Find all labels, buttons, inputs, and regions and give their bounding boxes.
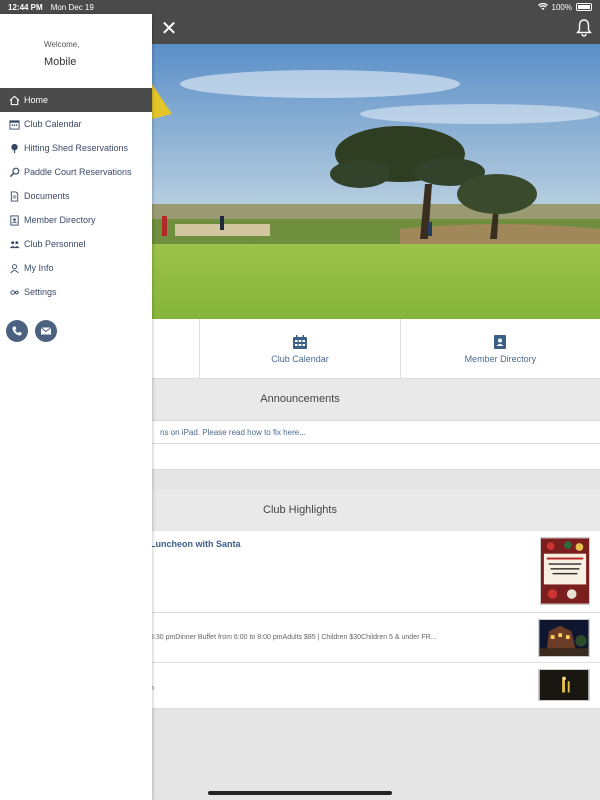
battery-icon [576,3,592,11]
bell-icon[interactable] [576,19,592,37]
status-bar: 12:44 PM Mon Dec 19 100% [0,0,600,14]
quick-link-club-calendar[interactable]: Club Calendar [199,319,399,378]
menu-item-label: Hitting Shed Reservations [24,143,129,153]
highlight-thumbnail [538,619,590,657]
directory-icon [10,214,19,226]
menu-item-settings[interactable]: Settings [0,280,152,304]
status-date: Mon Dec 19 [50,2,94,12]
menu-item-label: Club Calendar [24,119,82,129]
home-indicator [208,791,392,795]
quick-link-label: Member Directory [464,353,537,364]
menu-item-hitting-shed[interactable]: Hitting Shed Reservations [0,136,152,160]
people-icon [9,240,20,248]
golf-icon [11,143,18,153]
menu-item-label: My Info [24,263,54,273]
menu-item-label: Home [24,95,49,105]
menu-item-my-info[interactable]: My Info [0,256,152,280]
menu-item-club-personnel[interactable]: Club Personnel [0,232,152,256]
menu-item-label: Paddle Court Reservations [24,167,132,177]
email-button[interactable] [35,320,57,342]
user-name: Mobile [44,56,77,68]
phone-icon [12,326,22,336]
highlight-title: Luncheon with Santa [150,539,241,549]
calendar-icon [292,334,307,349]
mail-icon [40,327,52,335]
side-drawer: Welcome, Mobile Home Club Calendar Hitti… [0,14,152,800]
calendar-icon [9,119,20,130]
menu-item-paddle-court[interactable]: Paddle Court Reservations [0,160,152,184]
close-drawer-button[interactable]: ✕ [160,19,178,39]
contact-buttons [6,320,57,342]
menu-item-label: Member Directory [24,215,96,225]
phone-button[interactable] [6,320,28,342]
drawer-menu: Home Club Calendar Hitting Shed Reservat… [0,88,152,304]
menu-item-label: Settings [24,287,57,297]
document-icon [10,190,19,202]
wifi-icon [537,3,548,10]
status-time: 12:44 PM [8,2,43,12]
highlight-description: 5:30 pmDinner Buffet from 6:00 to 8:00 p… [150,634,437,641]
settings-icon [10,289,19,295]
home-icon [9,95,20,105]
welcome-label: Welcome, [44,40,80,49]
battery-percent: 100% [551,2,572,12]
menu-item-documents[interactable]: Documents [0,184,152,208]
status-right: 100% [537,2,592,12]
paddle-icon [9,167,20,177]
quick-link-label: Club Calendar [271,353,329,364]
menu-item-member-directory[interactable]: Member Directory [0,208,152,232]
user-icon [10,263,19,273]
menu-item-home[interactable]: Home [0,88,152,112]
directory-icon [494,334,507,349]
menu-item-club-calendar[interactable]: Club Calendar [0,112,152,136]
highlight-thumbnail [540,537,590,605]
quick-link-member-directory[interactable]: Member Directory [399,319,600,378]
highlight-thumbnail [538,669,590,701]
menu-item-label: Club Personnel [24,239,86,249]
menu-item-label: Documents [24,191,70,201]
